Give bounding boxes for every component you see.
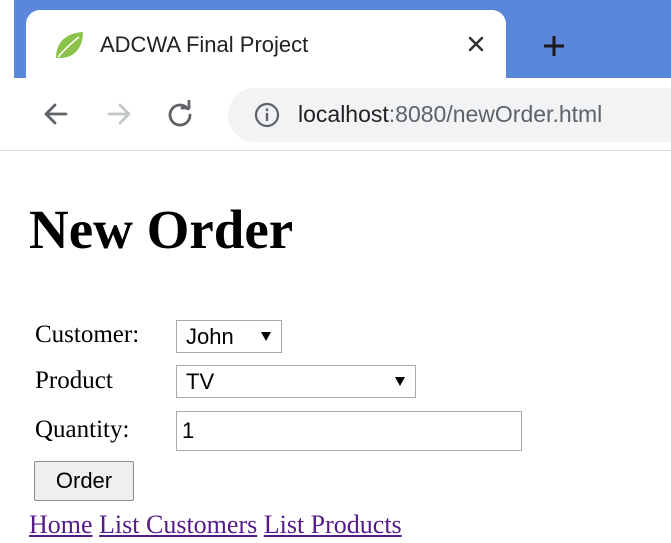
page-title: New Order — [29, 199, 294, 260]
product-select-value: TV — [186, 369, 215, 394]
close-icon — [468, 36, 484, 52]
reload-button[interactable] — [162, 96, 198, 132]
chevron-down-icon — [261, 332, 271, 341]
reload-icon — [168, 100, 192, 127]
quantity-input[interactable] — [176, 411, 522, 451]
spring-leaf-icon — [56, 32, 83, 58]
quantity-label: Quantity: — [35, 416, 130, 443]
product-select[interactable]: TV — [176, 365, 416, 398]
close-tab-button[interactable] — [458, 26, 494, 62]
tab-strip-edge — [0, 0, 14, 78]
url-path: :8080/newOrder.html — [388, 101, 603, 127]
tab-strip: ADCWA Final Project — [0, 0, 671, 78]
customer-label: Customer: — [35, 321, 140, 348]
product-label: Product — [35, 367, 113, 394]
customer-select[interactable]: John — [176, 320, 282, 353]
back-arrow-icon — [44, 103, 68, 125]
tab-title: ADCWA Final Project — [100, 32, 309, 57]
list-customers-link[interactable]: List Customers — [99, 510, 257, 539]
address-bar[interactable]: localhost:8080/newOrder.html — [228, 88, 671, 142]
customer-select-value: John — [186, 324, 234, 349]
plus-icon — [544, 36, 564, 56]
list-products-link[interactable]: List Products — [264, 510, 402, 539]
forward-button[interactable] — [101, 96, 137, 132]
nav-links: Home List Customers List Products — [29, 510, 402, 540]
forward-arrow-icon — [107, 103, 131, 125]
home-link[interactable]: Home — [29, 510, 93, 539]
new-tab-button[interactable] — [534, 26, 574, 66]
back-button[interactable] — [38, 96, 74, 132]
chevron-down-icon — [395, 377, 405, 386]
url-host: localhost — [298, 101, 389, 127]
info-icon[interactable] — [254, 102, 280, 128]
url-text: localhost:8080/newOrder.html — [298, 101, 602, 128]
order-button[interactable]: Order — [34, 461, 134, 501]
page-content: New Order Customer: John Product TV Quan… — [0, 151, 671, 543]
active-tab[interactable]: ADCWA Final Project — [26, 10, 506, 78]
browser-toolbar: localhost:8080/newOrder.html — [0, 78, 671, 151]
